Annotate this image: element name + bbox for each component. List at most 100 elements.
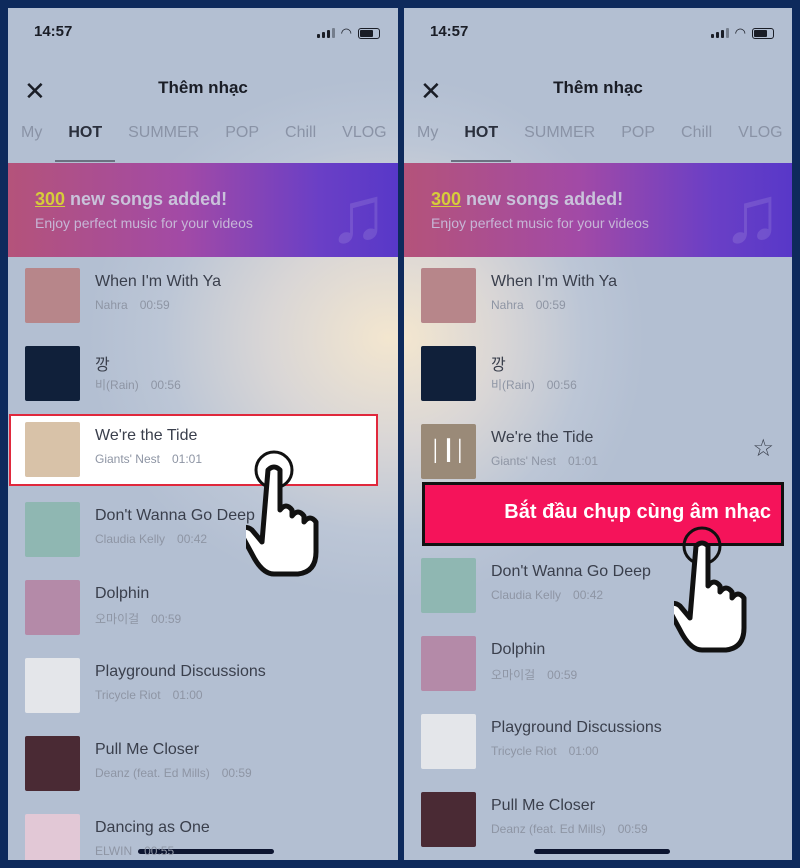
tab-my[interactable]: My [404,124,451,162]
song-duration: 01:01 [171,452,203,466]
banner-headline-text: new songs added! [65,189,228,209]
song-row[interactable]: When I'm With Ya Nahra 00:59 [8,262,398,334]
song-title: We're the Tide [491,429,594,446]
album-art [25,814,80,860]
song-row[interactable]: Playground Discussions Tricycle Riot 01:0… [8,652,398,724]
song-meta: Deanz (feat. Ed Mills) 00:59 [491,822,648,836]
tab-chill[interactable]: Chill [272,124,329,162]
song-duration: 00:59 [221,766,252,780]
song-row[interactable]: Pull Me Closer Deanz (feat. Ed Mills) 00:… [404,786,792,858]
song-title: Dolphin [491,641,546,658]
album-art [25,268,80,323]
song-artist: ELWIN [95,844,133,858]
song-artist: Claudia Kelly [491,588,562,602]
song-meta: ELWIN 00:55 [95,844,174,858]
song-meta: 비(Rain) 00:56 [95,376,181,393]
tab-summer[interactable]: SUMMER [511,124,608,162]
banner-headline: 300 new songs added! [35,189,227,210]
song-row[interactable]: Dolphin 오마이걸 00:59 [8,574,398,646]
tab-my[interactable]: My [8,124,55,162]
album-art [25,736,80,791]
song-duration: 01:00 [568,744,599,758]
banner-subtitle: Enjoy perfect music for your videos [431,215,649,231]
song-title: Playground Discussions [491,719,662,736]
song-title: When I'm With Ya [491,273,618,290]
album-art [421,346,476,401]
song-title: Dolphin [95,585,150,602]
category-tabs: My HOT SUMMER POP Chill VLOG [404,124,792,162]
song-duration: 00:59 [547,668,578,682]
wifi-icon: ◠ [734,25,746,40]
page-title: Thêm nhạc [553,78,643,97]
song-row[interactable]: Dancing as One ELWIN 00:55 [8,808,398,860]
song-title: Pull Me Closer [95,741,200,758]
song-duration: 00:59 [139,298,170,312]
status-icons: ◠ [316,25,380,41]
song-duration: 01:01 [567,454,599,468]
tab-chill[interactable]: Chill [668,124,725,162]
favorite-star-icon[interactable]: ☆ [752,434,774,463]
music-note-icon: ♫ [722,170,782,259]
screen-before: 14:57 ◠ ✕ Thêm nhạc My HOT SUMMER POP Chill V… [8,8,398,860]
tab-summer[interactable]: SUMMER [115,124,212,162]
song-duration: 00:59 [535,298,566,312]
tab-pop[interactable]: POP [212,124,272,162]
tab-hot[interactable]: HOT [451,124,511,162]
song-duration: 00:56 [150,378,181,392]
song-title: Dancing as One [95,819,210,836]
song-row[interactable]: 깡 비(Rain) 00:56 [8,340,398,412]
album-art [421,558,476,613]
song-meta: 오마이걸 00:59 [491,666,577,683]
album-art [25,346,80,401]
category-tabs: My HOT SUMMER POP Chill VLOG [8,124,398,162]
banner-headline: 300 new songs added! [431,189,623,210]
song-duration: 00:42 [177,532,208,546]
hand-pointer-icon [237,448,336,583]
song-meta: Claudia Kelly 00:42 [491,588,603,602]
song-title: Don't Wanna Go Deep [491,563,651,580]
song-duration: 00:42 [573,588,604,602]
song-title: Pull Me Closer [491,797,596,814]
promo-banner[interactable]: ♫ 300 new songs added! Enjoy perfect mus… [404,163,792,259]
song-row[interactable]: Playground Discussions Tricycle Riot 01:0… [404,708,792,780]
status-time: 14:57 [34,23,73,40]
song-meta: Nahra 00:59 [491,298,566,312]
song-row[interactable]: Don't Wanna Go Deep Claudia Kelly 00:42 [8,496,398,568]
album-art [25,502,80,557]
tab-vlog[interactable]: VLOG [329,124,398,162]
tab-vlog[interactable]: VLOG [725,124,792,162]
page-title: Thêm nhạc [158,78,248,97]
song-title: Don't Wanna Go Deep [95,507,255,524]
status-icons: ◠ [710,25,774,41]
song-artist: Nahra [491,298,524,312]
song-artist: 비(Rain) [95,378,139,392]
song-duration: 00:55 [144,844,175,858]
tab-pop[interactable]: POP [608,124,668,162]
song-duration: 00:56 [546,378,577,392]
song-row[interactable]: Pull Me Closer Deanz (feat. Ed Mills) 00:… [8,730,398,802]
song-duration: 00:59 [151,612,182,626]
song-meta: Tricycle Riot 01:00 [95,688,203,702]
signal-icon [710,28,729,38]
song-meta: Nahra 00:59 [95,298,170,312]
song-title: When I'm With Ya [95,273,222,290]
signal-icon [316,28,335,38]
song-artist: 오마이걸 [95,612,140,626]
song-title: 깡 [95,357,110,374]
album-art [25,422,80,477]
banner-count: 300 [431,189,462,209]
song-row[interactable]: 깡 비(Rain) 00:56 [404,340,792,412]
album-art [421,268,476,323]
tab-hot[interactable]: HOT [55,124,115,162]
album-art [25,580,80,635]
song-artist: Tricycle Riot [491,744,557,758]
promo-banner[interactable]: ♫ 300 new songs added! Enjoy perfect mus… [8,163,398,259]
status-time: 14:57 [430,23,469,40]
banner-subtitle: Enjoy perfect music for your videos [35,215,253,231]
song-meta: Tricycle Riot 01:00 [491,744,599,758]
song-title: We're the Tide [95,427,198,444]
song-title: 깡 [491,357,506,374]
song-row[interactable]: │┃│ We're the Tide Giants' Nest 01:01 [404,418,792,490]
song-artist: Giants' Nest [95,452,160,466]
song-row[interactable]: When I'm With Ya Nahra 00:59 [404,262,792,334]
